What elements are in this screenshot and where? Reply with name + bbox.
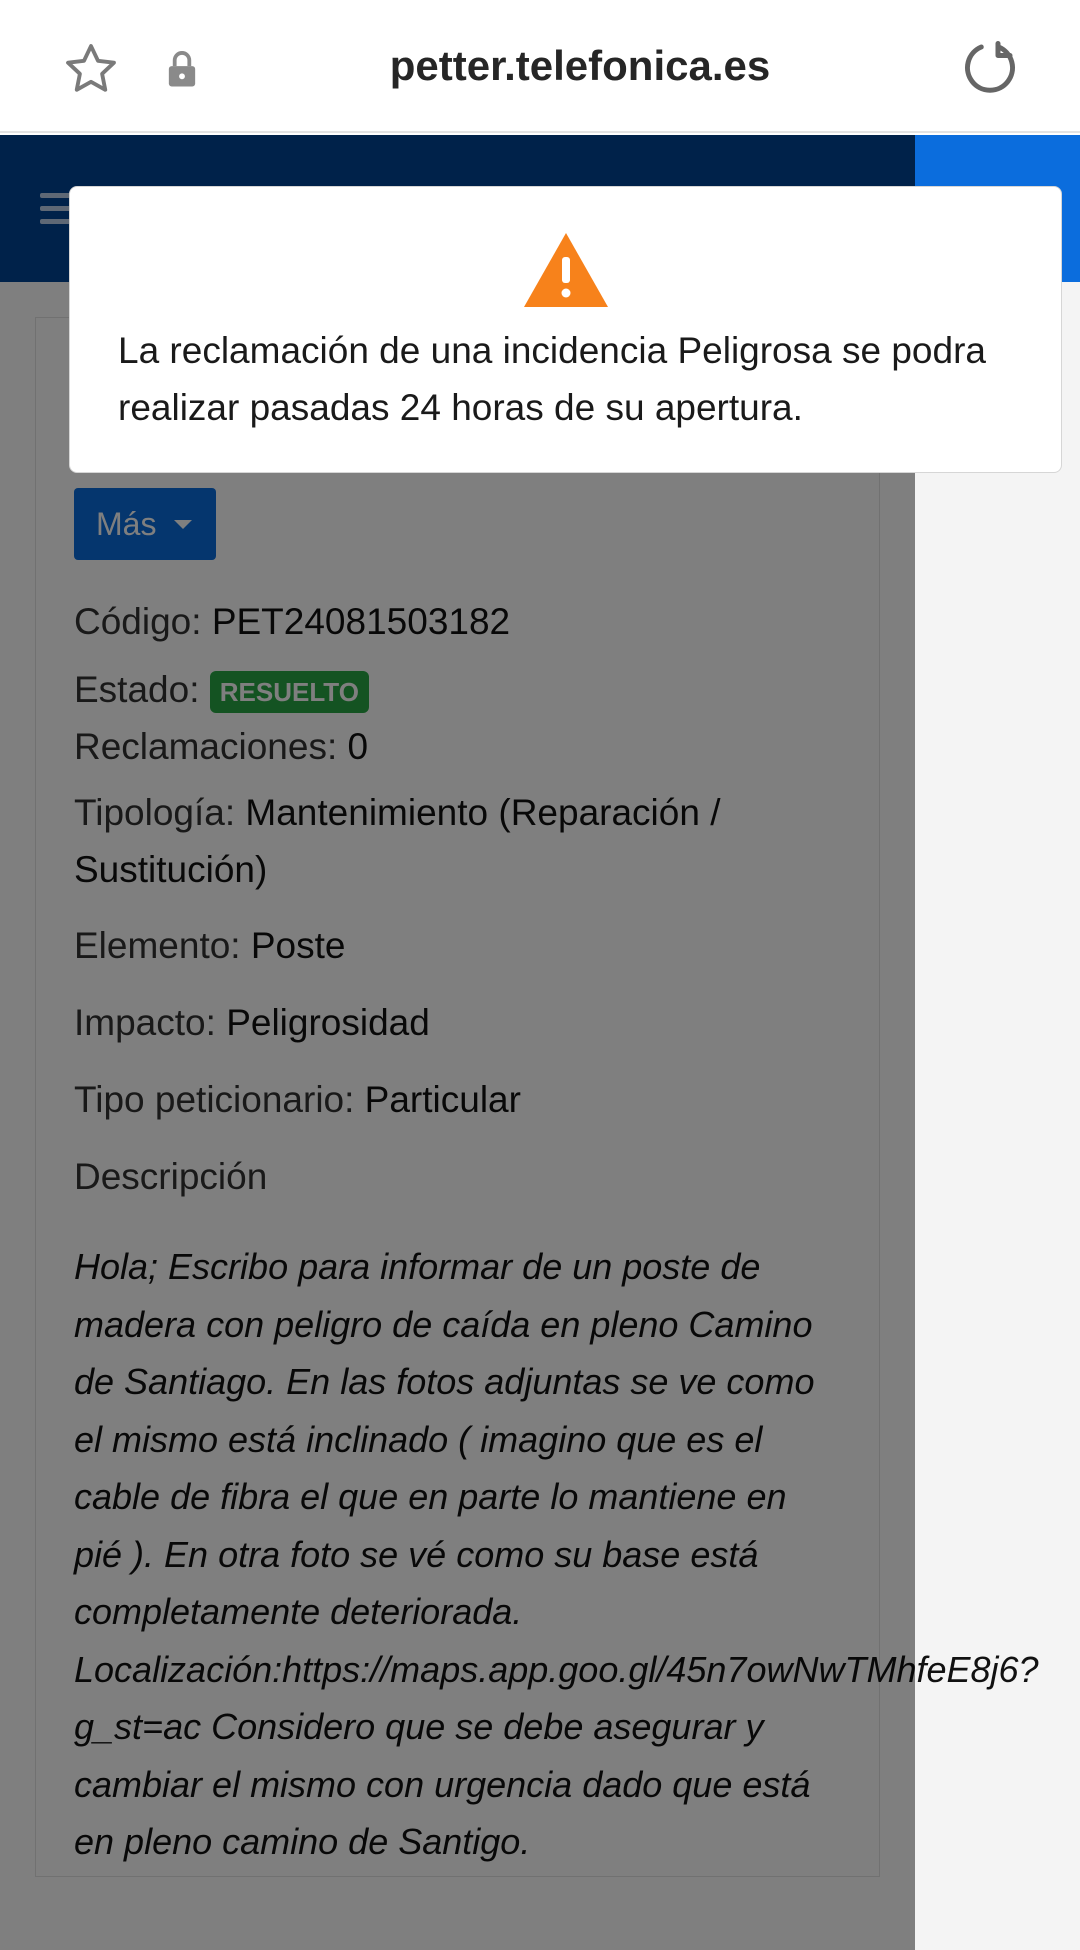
warning-modal: La reclamación de una incidencia Peligro… xyxy=(69,186,1062,473)
warning-icon xyxy=(524,233,608,307)
star-icon[interactable] xyxy=(62,40,120,98)
lock-icon xyxy=(168,51,196,87)
reload-icon[interactable] xyxy=(960,38,1020,98)
modal-message: La reclamación de una incidencia Peligro… xyxy=(118,330,986,428)
browser-address-bar: petter.telefonica.es xyxy=(0,0,1080,133)
url-text[interactable]: petter.telefonica.es xyxy=(200,42,960,90)
